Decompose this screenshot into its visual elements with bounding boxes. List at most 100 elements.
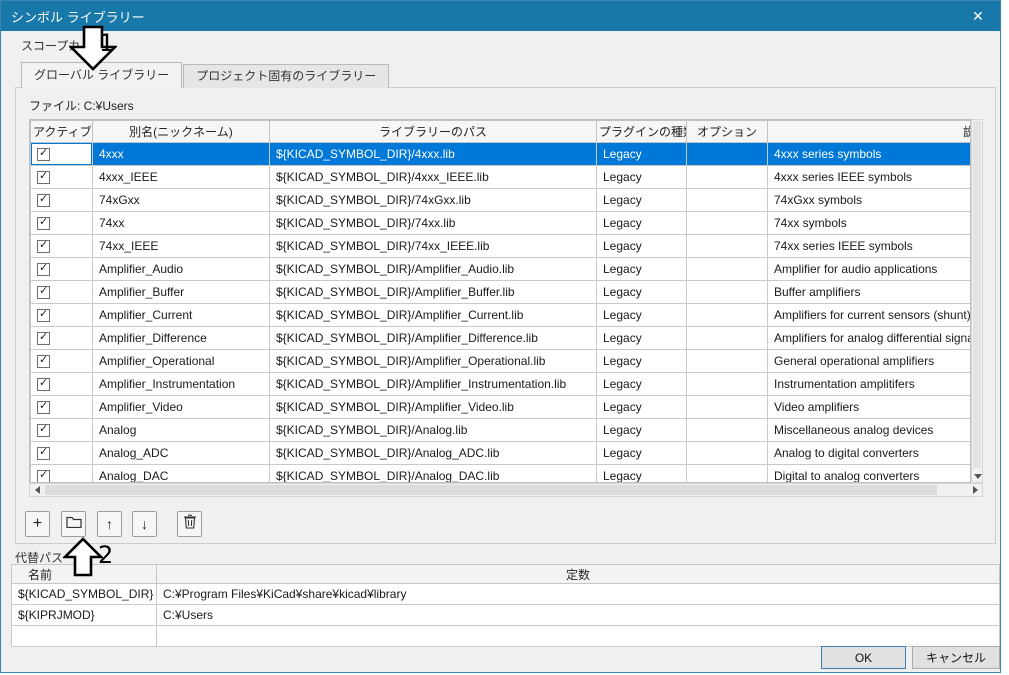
options-cell[interactable] bbox=[686, 464, 768, 482]
options-cell[interactable] bbox=[686, 211, 768, 235]
description-cell[interactable]: 74xx series IEEE symbols bbox=[767, 234, 970, 258]
active-checkbox[interactable] bbox=[37, 216, 50, 230]
options-cell[interactable] bbox=[686, 418, 768, 442]
description-cell[interactable]: Buffer amplifiers bbox=[767, 280, 970, 304]
active-checkbox[interactable] bbox=[37, 354, 50, 368]
path-name-cell[interactable]: ${KIPRJMOD} bbox=[11, 604, 157, 626]
ok-button[interactable]: OK bbox=[821, 646, 906, 669]
vertical-scrollbar-thumb[interactable] bbox=[973, 121, 981, 468]
path-name-cell[interactable] bbox=[11, 625, 157, 647]
plugin-type-cell[interactable]: Legacy bbox=[596, 395, 687, 419]
nickname-cell[interactable]: Amplifier_Video bbox=[92, 395, 270, 419]
plugin-type-cell[interactable]: Legacy bbox=[596, 464, 687, 482]
description-cell[interactable]: Analog to digital converters bbox=[767, 441, 970, 465]
library-row[interactable]: 74xx_IEEE${KICAD_SYMBOL_DIR}/74xx_IEEE.l… bbox=[30, 234, 970, 258]
dialog-titlebar[interactable]: シンボル ライブラリー ✕ bbox=[1, 1, 1000, 31]
col-header-description[interactable]: 説明 bbox=[767, 120, 970, 143]
plugin-type-cell[interactable]: Legacy bbox=[596, 234, 687, 258]
description-cell[interactable]: 74xGxx symbols bbox=[767, 188, 970, 212]
library-path-cell[interactable]: ${KICAD_SYMBOL_DIR}/Amplifier_Buffer.lib bbox=[269, 280, 597, 304]
scroll-down-icon[interactable] bbox=[974, 472, 982, 480]
path-value-cell[interactable]: C:¥Users bbox=[156, 604, 1000, 626]
path-name-cell[interactable]: ${KICAD_SYMBOL_DIR} bbox=[11, 583, 157, 605]
active-cell[interactable] bbox=[30, 280, 93, 304]
description-cell[interactable]: Instrumentation amplitifers bbox=[767, 372, 970, 396]
description-cell[interactable]: Amplifiers for current sensors (shunt) bbox=[767, 303, 970, 327]
library-row[interactable]: Amplifier_Current${KICAD_SYMBOL_DIR}/Amp… bbox=[30, 303, 970, 327]
description-cell[interactable]: 74xx symbols bbox=[767, 211, 970, 235]
active-cell[interactable] bbox=[30, 257, 93, 281]
col-header-options[interactable]: オプション bbox=[686, 120, 768, 143]
options-cell[interactable] bbox=[686, 280, 768, 304]
options-cell[interactable] bbox=[686, 188, 768, 212]
active-checkbox[interactable] bbox=[37, 308, 50, 322]
description-cell[interactable]: 4xxx series IEEE symbols bbox=[767, 165, 970, 189]
description-cell[interactable]: Miscellaneous analog devices bbox=[767, 418, 970, 442]
library-row[interactable]: Amplifier_Operational${KICAD_SYMBOL_DIR}… bbox=[30, 349, 970, 373]
active-checkbox[interactable] bbox=[37, 262, 50, 276]
plugin-type-cell[interactable]: Legacy bbox=[596, 257, 687, 281]
options-cell[interactable] bbox=[686, 142, 768, 166]
library-row[interactable]: Analog_ADC${KICAD_SYMBOL_DIR}/Analog_ADC… bbox=[30, 441, 970, 465]
library-row[interactable]: 4xxx${KICAD_SYMBOL_DIR}/4xxx.libLegacy 4x… bbox=[30, 142, 970, 166]
options-cell[interactable] bbox=[686, 303, 768, 327]
active-checkbox[interactable] bbox=[37, 446, 50, 460]
active-cell[interactable] bbox=[30, 349, 93, 373]
library-path-cell[interactable]: ${KICAD_SYMBOL_DIR}/Amplifier_Video.lib bbox=[269, 395, 597, 419]
nickname-cell[interactable]: Amplifier_Instrumentation bbox=[92, 372, 270, 396]
path-row[interactable]: ${KICAD_SYMBOL_DIR} C:¥Program Files¥KiCa… bbox=[11, 583, 1000, 605]
library-row[interactable]: Analog_DAC${KICAD_SYMBOL_DIR}/Analog_DAC… bbox=[30, 464, 970, 482]
col-header-plugin-type[interactable]: プラグインの種類 bbox=[596, 120, 687, 143]
plugin-type-cell[interactable]: Legacy bbox=[596, 211, 687, 235]
horizontal-scrollbar[interactable] bbox=[29, 483, 983, 497]
library-row[interactable]: 74xx${KICAD_SYMBOL_DIR}/74xx.libLegacy 74… bbox=[30, 211, 970, 235]
plugin-type-cell[interactable]: Legacy bbox=[596, 165, 687, 189]
cancel-button[interactable]: キャンセル bbox=[912, 646, 1000, 669]
col-header-nickname[interactable]: 別名(ニックネーム) bbox=[92, 120, 270, 143]
active-checkbox[interactable] bbox=[37, 193, 50, 207]
nickname-cell[interactable]: 4xxx bbox=[92, 142, 270, 166]
plugin-type-cell[interactable]: Legacy bbox=[596, 418, 687, 442]
options-cell[interactable] bbox=[686, 326, 768, 350]
library-path-cell[interactable]: ${KICAD_SYMBOL_DIR}/Analog_ADC.lib bbox=[269, 441, 597, 465]
plugin-type-cell[interactable]: Legacy bbox=[596, 372, 687, 396]
active-checkbox[interactable] bbox=[37, 377, 50, 391]
library-row[interactable]: Amplifier_Buffer${KICAD_SYMBOL_DIR}/Ampl… bbox=[30, 280, 970, 304]
active-cell[interactable] bbox=[30, 395, 93, 419]
nickname-cell[interactable]: Amplifier_Audio bbox=[92, 257, 270, 281]
library-path-cell[interactable]: ${KICAD_SYMBOL_DIR}/Amplifier_Instrument… bbox=[269, 372, 597, 396]
library-path-cell[interactable]: ${KICAD_SYMBOL_DIR}/74xx_IEEE.lib bbox=[269, 234, 597, 258]
library-path-cell[interactable]: ${KICAD_SYMBOL_DIR}/Amplifier_Operationa… bbox=[269, 349, 597, 373]
library-path-cell[interactable]: ${KICAD_SYMBOL_DIR}/4xxx_IEEE.lib bbox=[269, 165, 597, 189]
description-cell[interactable]: Amplifiers for analog differential signa bbox=[767, 326, 970, 350]
active-checkbox[interactable] bbox=[37, 285, 50, 299]
library-path-cell[interactable]: ${KICAD_SYMBOL_DIR}/4xxx.lib bbox=[269, 142, 597, 166]
scroll-left-icon[interactable] bbox=[32, 486, 42, 494]
description-cell[interactable]: Amplifier for audio applications bbox=[767, 257, 970, 281]
delete-library-button[interactable] bbox=[177, 511, 202, 537]
nickname-cell[interactable]: Amplifier_Buffer bbox=[92, 280, 270, 304]
active-checkbox[interactable] bbox=[37, 170, 50, 184]
nickname-cell[interactable]: 74xx_IEEE bbox=[92, 234, 270, 258]
library-path-cell[interactable]: ${KICAD_SYMBOL_DIR}/Amplifier_Difference… bbox=[269, 326, 597, 350]
options-cell[interactable] bbox=[686, 349, 768, 373]
options-cell[interactable] bbox=[686, 165, 768, 189]
library-path-cell[interactable]: ${KICAD_SYMBOL_DIR}/Analog_DAC.lib bbox=[269, 464, 597, 482]
path-value-cell[interactable]: C:¥Program Files¥KiCad¥share¥kicad¥libra… bbox=[156, 583, 1000, 605]
active-cell[interactable] bbox=[30, 211, 93, 235]
plugin-type-cell[interactable]: Legacy bbox=[596, 349, 687, 373]
nickname-cell[interactable]: Amplifier_Difference bbox=[92, 326, 270, 350]
nickname-cell[interactable]: Analog_DAC bbox=[92, 464, 270, 482]
nickname-cell[interactable]: 4xxx_IEEE bbox=[92, 165, 270, 189]
options-cell[interactable] bbox=[686, 372, 768, 396]
library-path-cell[interactable]: ${KICAD_SYMBOL_DIR}/Amplifier_Audio.lib bbox=[269, 257, 597, 281]
plugin-type-cell[interactable]: Legacy bbox=[596, 441, 687, 465]
vertical-scrollbar[interactable] bbox=[971, 119, 983, 483]
options-cell[interactable] bbox=[686, 257, 768, 281]
plugin-type-cell[interactable]: Legacy bbox=[596, 280, 687, 304]
description-cell[interactable]: Video amplifiers bbox=[767, 395, 970, 419]
active-cell[interactable] bbox=[30, 165, 93, 189]
tab-project-libraries[interactable]: プロジェクト固有のライブラリー bbox=[183, 64, 390, 88]
library-row[interactable]: 4xxx_IEEE${KICAD_SYMBOL_DIR}/4xxx_IEEE.l… bbox=[30, 165, 970, 189]
nickname-cell[interactable]: Analog_ADC bbox=[92, 441, 270, 465]
